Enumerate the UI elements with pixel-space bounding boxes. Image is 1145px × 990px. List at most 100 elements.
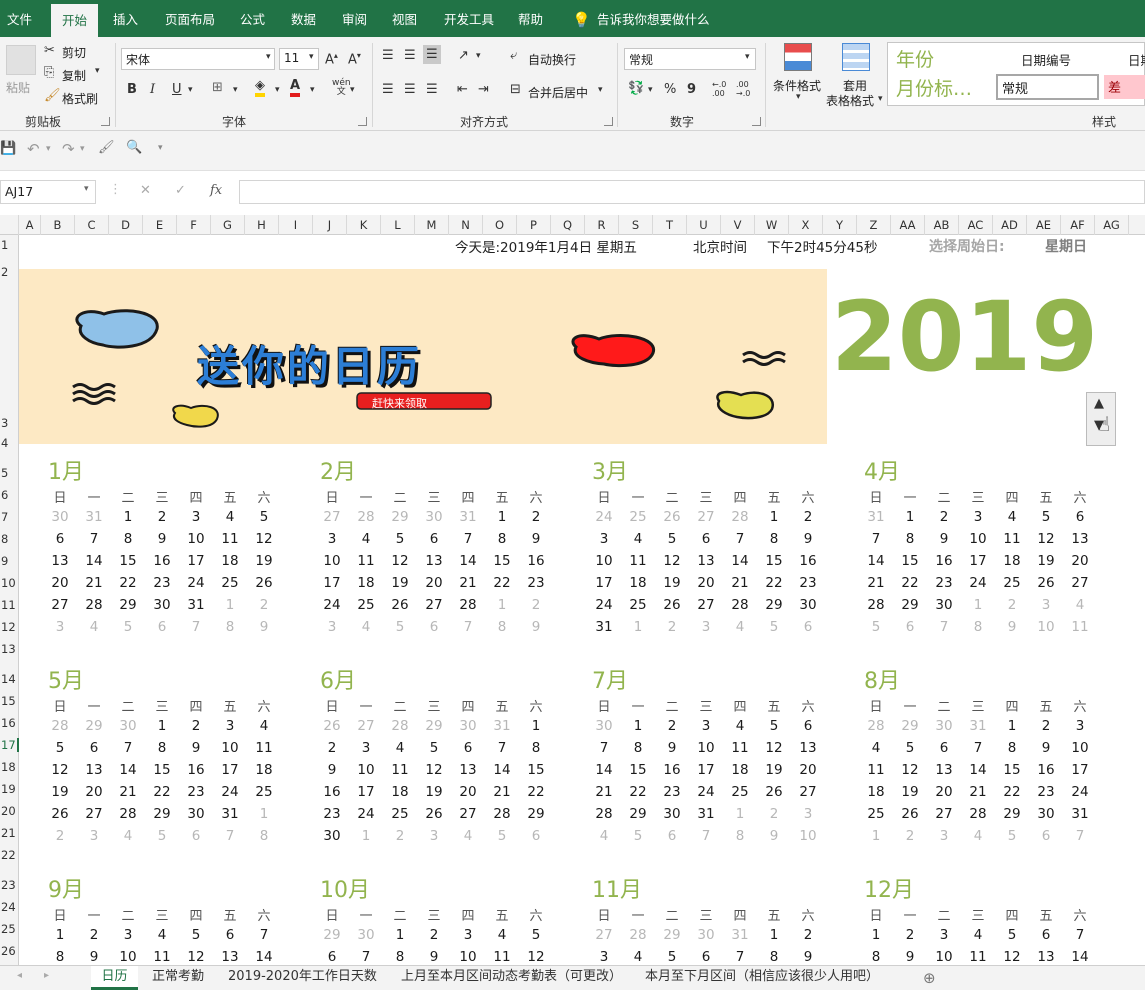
column-header[interactable]: I [279,215,313,235]
calendar-day[interactable]: 19 [419,784,449,800]
calendar-day[interactable]: 7 [929,619,959,635]
calendar-day[interactable]: 11 [963,949,993,965]
calendar-day[interactable]: 26 [1031,575,1061,591]
cut-button[interactable]: 剪切 [62,44,86,61]
merge-center-button[interactable]: 合并后居中 [528,84,588,101]
calendar-day[interactable]: 16 [181,762,211,778]
calendar-day[interactable]: 12 [657,553,687,569]
calendar-day[interactable]: 7 [215,828,245,844]
calendar-day[interactable]: 29 [623,806,653,822]
calendar-day[interactable]: 3 [589,949,619,965]
table-format-icon[interactable] [842,43,870,71]
calendar-day[interactable]: 5 [147,828,177,844]
calendar-day[interactable]: 23 [929,575,959,591]
calendar-day[interactable]: 23 [1031,784,1061,800]
redo-icon[interactable]: ↷ [62,140,75,158]
calendar-day[interactable]: 30 [45,509,75,525]
tab-file[interactable]: 文件 [7,0,32,37]
calendar-day[interactable]: 4 [861,740,891,756]
copy-button[interactable]: 复制 [62,67,86,84]
sheet-tab-range[interactable]: 本月至下月区间（相信应该很少人用吧） [645,966,879,990]
calendar-day[interactable]: 7 [79,531,109,547]
calendar-day[interactable]: 23 [521,575,551,591]
paste-icon[interactable] [6,45,36,75]
calendar-day[interactable]: 10 [1031,619,1061,635]
calendar-day[interactable]: 9 [759,828,789,844]
calendar-day[interactable]: 1 [963,597,993,613]
calendar-day[interactable]: 7 [181,619,211,635]
calendar-day[interactable]: 1 [215,597,245,613]
column-header[interactable]: E [143,215,177,235]
column-header[interactable]: S [619,215,653,235]
calendar-day[interactable]: 2 [147,509,177,525]
calendar-day[interactable]: 8 [215,619,245,635]
sheet-tab-attendance[interactable]: 正常考勤 [152,966,204,990]
font-launcher-icon[interactable] [358,117,367,126]
calendar-day[interactable]: 6 [657,828,687,844]
tab-data[interactable]: 数据 [291,0,316,37]
chevron-down-icon[interactable]: ▾ [310,85,315,95]
calendar-day[interactable]: 15 [113,553,143,569]
calendar-day[interactable]: 18 [215,553,245,569]
underline-button[interactable]: U [172,82,182,97]
calendar-day[interactable]: 6 [929,740,959,756]
calendar-day[interactable]: 30 [453,718,483,734]
row-header[interactable]: 2 [0,265,19,279]
calendar-day[interactable]: 2 [793,509,823,525]
column-header[interactable]: J [313,215,347,235]
calendar-day[interactable]: 9 [419,949,449,965]
calendar-day[interactable]: 1 [487,509,517,525]
style-date-number[interactable]: 日期编号 [1021,50,1071,69]
calendar-day[interactable]: 21 [487,784,517,800]
row-header[interactable]: 3 [0,416,19,430]
column-header[interactable]: AF [1061,215,1095,235]
calendar-day[interactable]: 28 [351,509,381,525]
calendar-day[interactable]: 21 [453,575,483,591]
font-color-icon[interactable]: A [290,79,301,97]
calendar-day[interactable]: 28 [623,927,653,943]
calendar-day[interactable]: 8 [623,740,653,756]
chevron-down-icon[interactable]: ▾ [84,184,89,194]
calendar-day[interactable]: 27 [691,509,721,525]
calendar-day[interactable]: 20 [45,575,75,591]
calendar-day[interactable]: 27 [793,784,823,800]
calendar-day[interactable]: 17 [963,553,993,569]
calendar-day[interactable]: 19 [385,575,415,591]
calendar-day[interactable]: 3 [929,927,959,943]
calendar-day[interactable]: 5 [997,828,1027,844]
calendar-day[interactable]: 30 [317,828,347,844]
calendar-day[interactable]: 29 [419,718,449,734]
column-header[interactable]: P [517,215,551,235]
calendar-day[interactable]: 30 [691,927,721,943]
font-grow-icon[interactable]: A▴ [325,51,338,67]
calendar-day[interactable]: 4 [453,828,483,844]
calendar-day[interactable]: 17 [589,575,619,591]
calendar-day[interactable]: 5 [759,718,789,734]
calendar-day[interactable]: 1 [861,828,891,844]
calendar-day[interactable]: 2 [929,509,959,525]
calendar-day[interactable]: 25 [215,575,245,591]
calendar-day[interactable]: 5 [521,927,551,943]
calendar-day[interactable]: 1 [997,718,1027,734]
sheet-tab-dynamic[interactable]: 上月至本月区间动态考勤表（可更改） [401,966,622,990]
calendar-day[interactable]: 18 [385,784,415,800]
chevron-down-icon[interactable]: ▾ [309,52,314,62]
calendar-day[interactable]: 26 [45,806,75,822]
calendar-day[interactable]: 27 [317,509,347,525]
align-middle-icon[interactable]: ☰ [404,48,416,63]
calendar-day[interactable]: 22 [895,575,925,591]
calendar-day[interactable]: 19 [759,762,789,778]
calendar-day[interactable]: 29 [521,806,551,822]
calendar-day[interactable]: 27 [79,806,109,822]
calendar-day[interactable]: 7 [249,927,279,943]
calendar-day[interactable]: 8 [249,828,279,844]
calendar-day[interactable]: 1 [861,927,891,943]
calendar-day[interactable]: 3 [589,531,619,547]
calendar-day[interactable]: 30 [589,718,619,734]
calendar-day[interactable]: 27 [45,597,75,613]
calendar-day[interactable]: 31 [215,806,245,822]
tab-page-layout[interactable]: 页面布局 [165,0,215,37]
name-box[interactable]: AJ17 [0,180,96,204]
calendar-day[interactable]: 28 [79,597,109,613]
calendar-day[interactable]: 14 [249,949,279,965]
